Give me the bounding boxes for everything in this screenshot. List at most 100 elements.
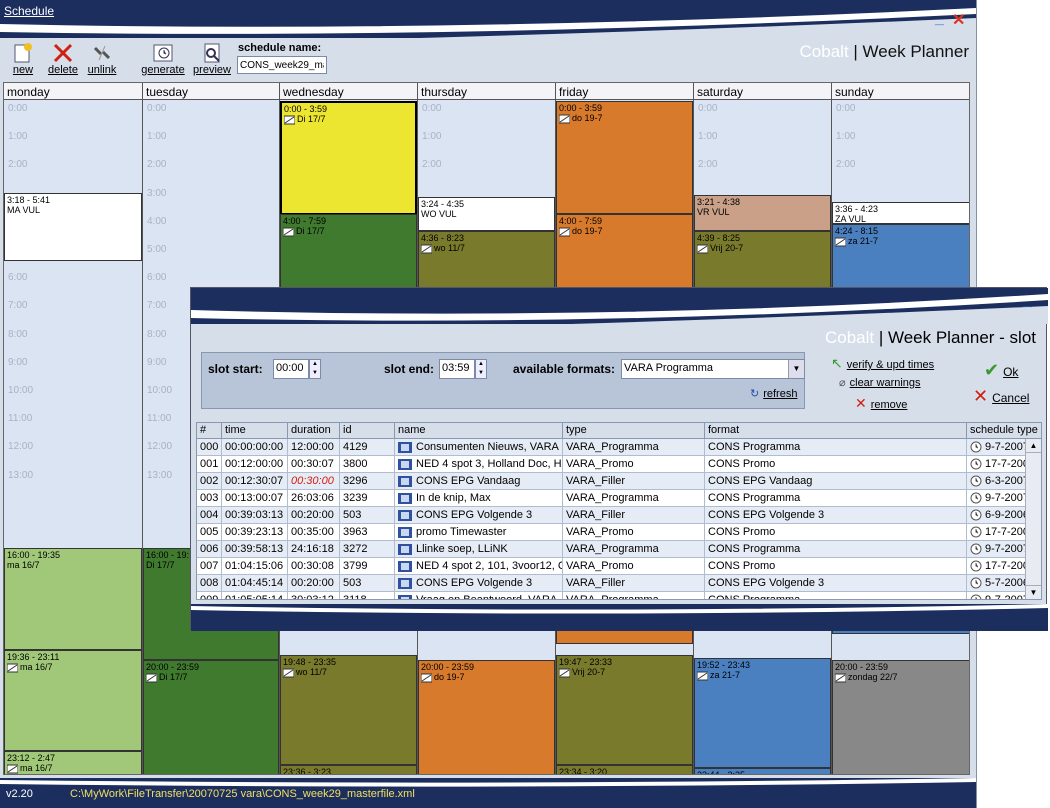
table-scrollbar[interactable]: ▲ ▼ (1025, 439, 1041, 599)
scroll-down-icon[interactable]: ▼ (1026, 585, 1041, 599)
film-reel-icon (835, 237, 846, 247)
schedule-block[interactable]: 3:21 - 4:38 VR VUL (694, 195, 831, 231)
table-row[interactable]: 00901:05:05:1430:03:123118Vraag en Beant… (197, 592, 1027, 599)
table-cell: Consumenten Nieuws, VARA (395, 439, 563, 456)
table-row[interactable]: 000 00:00:00:00 12:00:00 4129 Consumenten Ni… (197, 439, 1027, 456)
col-header-number[interactable]: # (197, 423, 222, 439)
formats-select-value: VARA Programma (624, 362, 714, 374)
schedule-block-time: 4:00 - 7:59 (283, 216, 327, 226)
col-header-duration[interactable]: duration (288, 423, 340, 439)
clear-warnings-button[interactable]: ⌀ clear warnings (839, 376, 921, 389)
schedule-block[interactable]: 3:24 - 4:35 WO VUL (418, 197, 555, 231)
generate-button[interactable]: generate (140, 42, 186, 76)
cancel-button[interactable]: ✕ Cancel (973, 386, 1029, 407)
remove-button[interactable]: ✕ remove (855, 395, 907, 412)
col-header-time[interactable]: time (222, 423, 288, 439)
table-cell: CONS EPG Volgende 3 (395, 575, 563, 592)
schedule-block[interactable]: 20:00 - 23:59 Di 17/7 (143, 660, 279, 774)
slot-end-input[interactable]: 03:59 (439, 359, 475, 379)
unlink-button[interactable]: unlink (86, 42, 118, 76)
dialog-minimize-icon[interactable]: _ (1023, 292, 1032, 310)
slot-start-spinner[interactable]: ▲ ▼ (309, 359, 321, 379)
title-bar[interactable]: Schedule _ ✕ (0, 0, 976, 38)
schedule-block[interactable]: 23:44 - 3:35za 21-7 (694, 768, 831, 774)
hour-label: 1:00 (422, 131, 442, 143)
col-header-name[interactable]: name (395, 423, 563, 439)
schedule-block[interactable]: 19:52 - 23:43 za 21-7 (694, 658, 831, 768)
close-icon[interactable]: ✕ (952, 10, 965, 30)
hour-label: 6:00 (8, 272, 28, 284)
hour-label: 10:00 (8, 385, 34, 396)
slot-end-spinner[interactable]: ▲ ▼ (475, 359, 487, 379)
preview-button[interactable]: preview (192, 42, 232, 76)
schedule-block[interactable]: 3:18 - 5:41 MA VUL (4, 193, 142, 261)
schedule-block-label: Di 17/7 (146, 672, 276, 683)
scroll-up-icon[interactable]: ▲ (1026, 439, 1041, 453)
day-header-tuesday[interactable]: tuesday (143, 83, 280, 100)
table-cell: 00:39:03:13 (222, 507, 288, 524)
minimize-icon[interactable]: _ (935, 10, 944, 28)
film-icon (398, 458, 412, 470)
table-row[interactable]: 005 00:39:23:13 00:35:00 3963 promo Timewast… (197, 524, 1027, 541)
chevron-down-icon[interactable]: ▼ (788, 360, 804, 378)
hour-label: 2:00 (698, 159, 718, 171)
table-cell: VARA_Filler (563, 575, 705, 592)
table-row[interactable]: 006 00:39:58:13 24:16:18 3272 Llinke soep, L… (197, 541, 1027, 558)
refresh-button[interactable]: ↻ refresh (750, 387, 797, 400)
schedule-block-time: 23:36 - 3:23 (283, 767, 332, 775)
schedule-block[interactable]: 23:34 - 3:20Vrij 20-7 (556, 765, 693, 774)
day-header-friday[interactable]: friday (556, 83, 694, 100)
table-cell: 6-3-2007 (967, 473, 1027, 490)
table-row[interactable]: 008 01:04:45:14 00:20:00 503 CONS EPG Volgen… (197, 575, 1027, 592)
day-header-wednesday[interactable]: wednesday (280, 83, 418, 100)
day-header-monday[interactable]: monday (4, 83, 143, 100)
table-row[interactable]: 003 00:13:00:07 26:03:06 3239 In de knip, Ma… (197, 490, 1027, 507)
refresh-icon: ↻ (750, 388, 760, 400)
col-header-type[interactable]: type (563, 423, 705, 439)
table-cell: CONS Programma (705, 592, 967, 599)
schedule-block[interactable]: 23:12 - 2:47 ma 16/7 (4, 751, 142, 774)
schedule-block[interactable]: 16:00 - 19:35 ma 16/7 (4, 548, 142, 650)
col-header-schedule-type[interactable]: schedule type (967, 423, 1041, 439)
table-row[interactable]: 001 00:12:00:00 00:30:07 3800 NED 4 spot 3, … (197, 456, 1027, 473)
delete-button[interactable]: delete (46, 42, 80, 76)
table-row[interactable]: 002 00:12:30:07 00:30:00 3296 CONS EPG Vanda… (197, 473, 1027, 490)
ok-button[interactable]: ✔ Ok (984, 360, 1018, 381)
verify-button[interactable]: ↖ verify & upd times (831, 355, 934, 372)
app-brand: Cobalt | Week Planner (800, 42, 969, 62)
film-icon (398, 526, 412, 538)
schedule-block-time: 20:00 - 23:59 (835, 662, 889, 672)
table-row[interactable]: 004 00:39:03:13 00:20:00 503 CONS EPG Volgen… (197, 507, 1027, 524)
table-cell: 01:04:15:06 (222, 558, 288, 575)
table-row[interactable]: 007 01:04:15:06 00:30:08 3799 NED 4 spot 2, … (197, 558, 1027, 575)
table-cell: 00:13:00:07 (222, 490, 288, 507)
formats-select[interactable]: VARA Programma ▼ (621, 359, 805, 379)
col-header-format[interactable]: format (705, 423, 967, 439)
schedule-block[interactable]: 3:36 - 4:23 ZA VUL (832, 202, 969, 224)
day-header-sunday[interactable]: sunday (832, 83, 969, 100)
schedule-name-input[interactable] (237, 56, 327, 74)
new-button[interactable]: new (10, 42, 36, 76)
slot-start-input[interactable]: 00:00 (273, 359, 309, 379)
col-header-id[interactable]: id (340, 423, 395, 439)
schedule-block-time: 23:12 - 2:47 (7, 753, 56, 763)
day-column-monday[interactable]: 0:00 1:00 2:00 6:00 7:00 8:00 9:00 10:00 11:00 12… (4, 100, 143, 774)
schedule-block[interactable]: 20:00 - 23:59 zondag 22/7 (832, 660, 969, 774)
table-cell: VARA_Promo (563, 456, 705, 473)
film-reel-icon (283, 227, 294, 237)
brand-week-planner: | Week Planner (848, 42, 969, 61)
film-icon (398, 492, 412, 504)
schedule-block[interactable]: 19:36 - 23:11 ma 16/7 (4, 650, 142, 751)
hour-label: 6:00 (147, 272, 167, 284)
schedule-block[interactable]: 0:00 - 3:59 Di 17/7 (280, 101, 417, 215)
schedule-block[interactable]: 0:00 - 3:59 do 19-7 (556, 101, 693, 214)
day-header-thursday[interactable]: thursday (418, 83, 556, 100)
schedule-block[interactable]: 19:47 - 23:33 Vrij 20-7 (556, 655, 693, 765)
hour-label: 1:00 (8, 131, 28, 143)
day-header-saturday[interactable]: saturday (694, 83, 832, 100)
schedule-block[interactable]: 19:48 - 23:35 wo 11/7 (280, 655, 417, 765)
schedule-block[interactable]: 23:36 - 3:23wo 11/7 (280, 765, 417, 775)
dialog-title-bar[interactable]: _ (191, 288, 1048, 324)
schedule-block[interactable]: 20:00 - 23:59 do 19-7 (418, 660, 555, 774)
schedule-block-time: 3:36 - 4:23 (835, 204, 879, 214)
